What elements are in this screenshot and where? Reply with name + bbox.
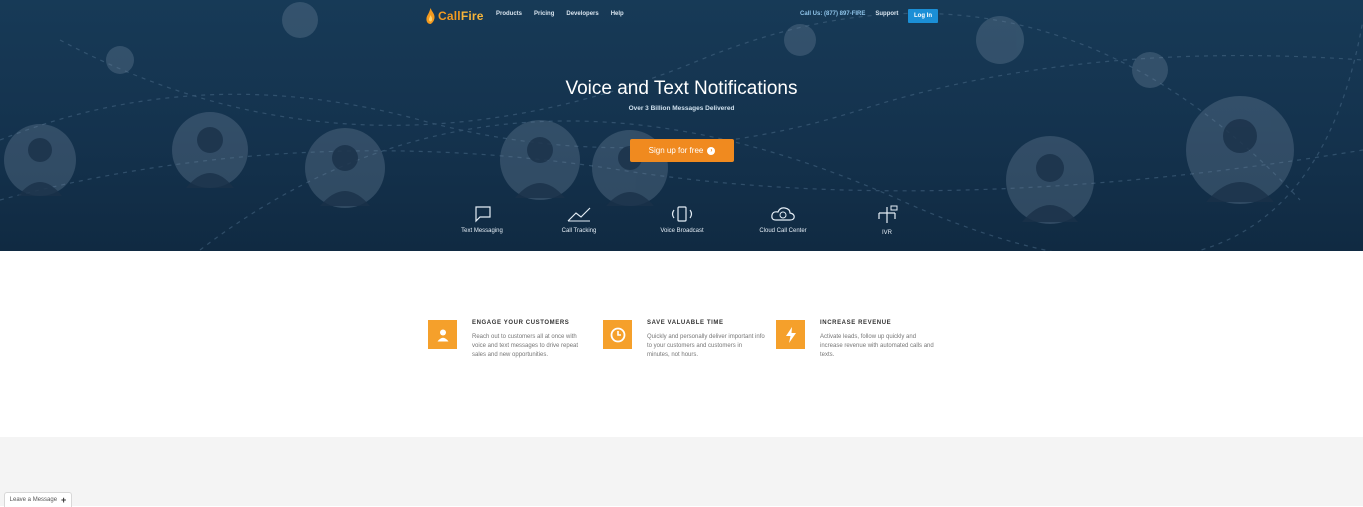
benefit-title: ENGAGE YOUR CUSTOMERS (472, 320, 570, 326)
lightning-icon (785, 326, 796, 343)
chat-bubble-icon (475, 206, 491, 223)
flow-diagram-icon (878, 205, 898, 223)
benefit-icon-box (776, 320, 805, 349)
benefit-icon-box (603, 320, 632, 349)
logo-fire-text: Fire (460, 9, 484, 23)
hero-subtitle: Over 3 Billion Messages Delivered (628, 105, 735, 112)
nav-link-developers[interactable]: Developers (566, 11, 598, 17)
hero-title: Voice and Text Notifications (565, 78, 798, 99)
callfire-logo[interactable]: CallFire (426, 6, 484, 26)
benefit-text: Quickly and personally deliver important… (647, 334, 765, 358)
feature-call-tracking[interactable]: Call Tracking (534, 205, 624, 234)
login-button[interactable]: Log In (908, 9, 938, 23)
feature-text-messaging[interactable]: Text Messaging (437, 205, 527, 234)
broadcast-phone-icon (671, 206, 693, 222)
phone-number[interactable]: Call Us: (877) 897-FIRE (800, 11, 865, 17)
leave-message-label: Leave a Message (9, 497, 58, 503)
benefit-title: INCREASE REVENUE (820, 320, 892, 326)
top-navigation: CallFire Products Pricing Developers Hel… (0, 0, 1363, 34)
flame-icon (426, 8, 435, 24)
plus-icon: + (61, 495, 67, 505)
nav-right: Call Us: (877) 897-FIRE Support (800, 11, 898, 17)
clock-icon (610, 327, 625, 342)
signup-button-label: Sign up for free (648, 146, 704, 155)
feature-label: Voice Broadcast (660, 228, 704, 234)
footer-gray-band (0, 437, 1363, 506)
hero-section: CallFire Products Pricing Developers Hel… (0, 0, 1363, 251)
leave-message-tab[interactable]: Leave a Message + (4, 492, 72, 507)
feature-cloud-call-center[interactable]: Cloud Call Center (738, 205, 828, 234)
feature-label: Text Messaging (461, 228, 503, 234)
nav-link-pricing[interactable]: Pricing (534, 11, 554, 17)
feature-voice-broadcast[interactable]: Voice Broadcast (637, 205, 727, 234)
benefit-icon-box (428, 320, 457, 349)
benefit-text: Activate leads, follow up quickly and in… (820, 334, 934, 358)
feature-label: Call Tracking (561, 228, 597, 234)
nav-link-products[interactable]: Products (496, 11, 522, 17)
chart-line-icon (567, 207, 591, 222)
nav-link-help[interactable]: Help (611, 11, 624, 17)
feature-ivr[interactable]: IVR (842, 205, 932, 236)
cloud-headset-icon (771, 207, 795, 221)
support-link[interactable]: Support (875, 11, 898, 17)
benefit-title: SAVE VALUABLE TIME (647, 320, 724, 326)
signup-free-button[interactable]: Sign up for free › (630, 139, 734, 162)
feature-label: IVR (881, 230, 892, 236)
logo-call-text: Call (438, 9, 461, 23)
nav-links: Products Pricing Developers Help (496, 11, 624, 17)
arrow-circle-icon: › (707, 146, 716, 155)
benefit-text: Reach out to customers all at once with … (472, 334, 579, 358)
feature-label: Cloud Call Center (759, 228, 807, 234)
person-icon (437, 329, 448, 341)
